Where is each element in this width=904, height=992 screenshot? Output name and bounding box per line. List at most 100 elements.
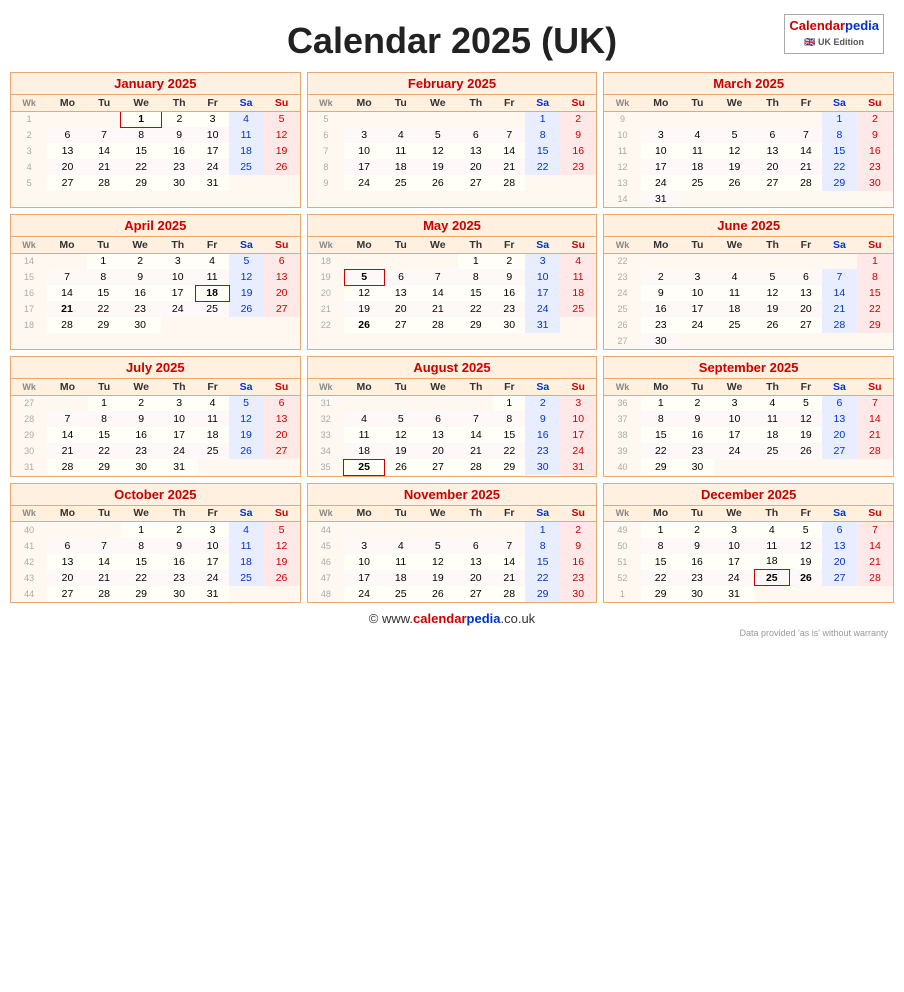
wk-number: 21 bbox=[308, 301, 344, 317]
day-cell: 25 bbox=[755, 570, 790, 586]
day-cell: 19 bbox=[789, 554, 822, 570]
disclaimer: Data provided 'as is' without warranty bbox=[10, 628, 894, 638]
day-cell: 14 bbox=[790, 143, 822, 159]
day-cell: 30 bbox=[493, 317, 525, 333]
day-cell: 18 bbox=[755, 427, 790, 443]
day-cell: 16 bbox=[162, 143, 197, 159]
day-cell bbox=[714, 111, 755, 127]
month-title-9: September 2025 bbox=[604, 357, 893, 379]
day-cell: 7 bbox=[47, 411, 87, 427]
day-cell bbox=[714, 191, 755, 207]
day-cell: 11 bbox=[560, 269, 596, 285]
day-cell bbox=[641, 111, 681, 127]
day-cell: 27 bbox=[822, 570, 857, 586]
month-title-7: July 2025 bbox=[11, 357, 300, 379]
day-cell: 8 bbox=[88, 411, 121, 427]
wk-number: 48 bbox=[308, 586, 344, 602]
day-cell bbox=[344, 111, 384, 127]
day-cell: 26 bbox=[384, 459, 417, 475]
day-cell: 3 bbox=[197, 522, 229, 538]
day-cell: 11 bbox=[384, 554, 417, 570]
day-cell: 17 bbox=[161, 285, 195, 301]
day-header-th: Th bbox=[755, 237, 790, 253]
day-header-fr: Fr bbox=[197, 506, 229, 522]
day-cell bbox=[755, 459, 790, 475]
day-cell: 7 bbox=[493, 127, 525, 143]
day-cell: 24 bbox=[714, 443, 755, 459]
day-cell: 19 bbox=[790, 427, 822, 443]
day-cell bbox=[229, 317, 264, 333]
day-cell: 20 bbox=[417, 443, 458, 459]
day-cell bbox=[857, 191, 893, 207]
day-cell: 13 bbox=[458, 554, 493, 570]
day-cell: 30 bbox=[560, 586, 596, 602]
day-cell: 6 bbox=[755, 127, 790, 143]
wk-number: 5 bbox=[11, 175, 47, 191]
day-cell: 20 bbox=[47, 570, 87, 586]
day-cell: 23 bbox=[681, 570, 714, 586]
day-header-sa: Sa bbox=[525, 379, 560, 395]
wk-number: 18 bbox=[308, 253, 344, 269]
day-cell: 9 bbox=[681, 538, 714, 554]
day-cell: 25 bbox=[344, 459, 384, 475]
day-header-su: Su bbox=[857, 237, 893, 253]
day-cell bbox=[417, 111, 458, 127]
day-header-mo: Mo bbox=[344, 95, 384, 111]
day-cell: 14 bbox=[857, 411, 893, 427]
day-cell: 6 bbox=[47, 538, 87, 554]
month-block-5: May 2025WkMoTuWeThFrSaSu1812341956789101… bbox=[307, 214, 598, 350]
day-cell: 12 bbox=[384, 427, 417, 443]
day-header-mo: Mo bbox=[641, 506, 681, 522]
day-cell: 6 bbox=[47, 127, 87, 143]
day-cell: 29 bbox=[121, 175, 162, 191]
day-header-sa: Sa bbox=[525, 506, 560, 522]
day-cell: 20 bbox=[384, 301, 417, 317]
day-cell: 27 bbox=[458, 175, 493, 191]
day-header-tu: Tu bbox=[384, 95, 417, 111]
wk-number: 18 bbox=[11, 317, 47, 333]
day-header-su: Su bbox=[263, 506, 299, 522]
day-cell: 19 bbox=[263, 554, 299, 570]
wk-number: 1 bbox=[604, 586, 640, 602]
day-cell: 20 bbox=[822, 554, 857, 570]
day-cell: 2 bbox=[641, 269, 681, 285]
day-cell: 2 bbox=[162, 522, 197, 538]
wk-number: 46 bbox=[308, 554, 344, 570]
day-cell: 28 bbox=[417, 317, 458, 333]
day-header-mo: Mo bbox=[47, 379, 87, 395]
wk-number: 29 bbox=[11, 427, 47, 443]
wk-number: 17 bbox=[11, 301, 47, 317]
wk-number: 14 bbox=[11, 253, 47, 269]
day-cell: 13 bbox=[417, 427, 458, 443]
day-cell: 18 bbox=[384, 570, 417, 586]
day-cell: 13 bbox=[755, 143, 790, 159]
day-cell: 16 bbox=[121, 427, 162, 443]
day-cell bbox=[47, 111, 87, 127]
day-header-we: We bbox=[121, 506, 162, 522]
day-cell bbox=[714, 333, 755, 349]
wk-number: 19 bbox=[308, 269, 344, 285]
page-title: Calendar 2025 (UK) Calendarpedia 🇬🇧 UK E… bbox=[10, 10, 894, 66]
day-cell: 26 bbox=[417, 586, 458, 602]
day-cell: 1 bbox=[121, 522, 162, 538]
day-cell: 16 bbox=[162, 554, 197, 570]
day-cell: 4 bbox=[755, 522, 790, 538]
day-cell: 2 bbox=[857, 111, 893, 127]
day-cell: 17 bbox=[560, 427, 596, 443]
day-cell: 1 bbox=[121, 111, 162, 127]
day-cell bbox=[264, 317, 300, 333]
day-cell: 20 bbox=[458, 159, 493, 175]
day-cell: 22 bbox=[641, 570, 681, 586]
day-cell: 31 bbox=[713, 586, 754, 602]
day-cell: 11 bbox=[714, 285, 755, 301]
month-title-5: May 2025 bbox=[308, 215, 597, 237]
day-cell: 5 bbox=[417, 127, 458, 143]
day-header-su: Su bbox=[560, 506, 596, 522]
day-header-su: Su bbox=[857, 506, 893, 522]
day-cell: 8 bbox=[857, 269, 893, 285]
day-header-sa: Sa bbox=[525, 237, 560, 253]
day-cell: 20 bbox=[263, 427, 299, 443]
month-block-7: July 2025WkMoTuWeThFrSaSu271234562878910… bbox=[10, 356, 301, 477]
day-cell: 21 bbox=[857, 554, 893, 570]
wk-number: 13 bbox=[604, 175, 640, 191]
